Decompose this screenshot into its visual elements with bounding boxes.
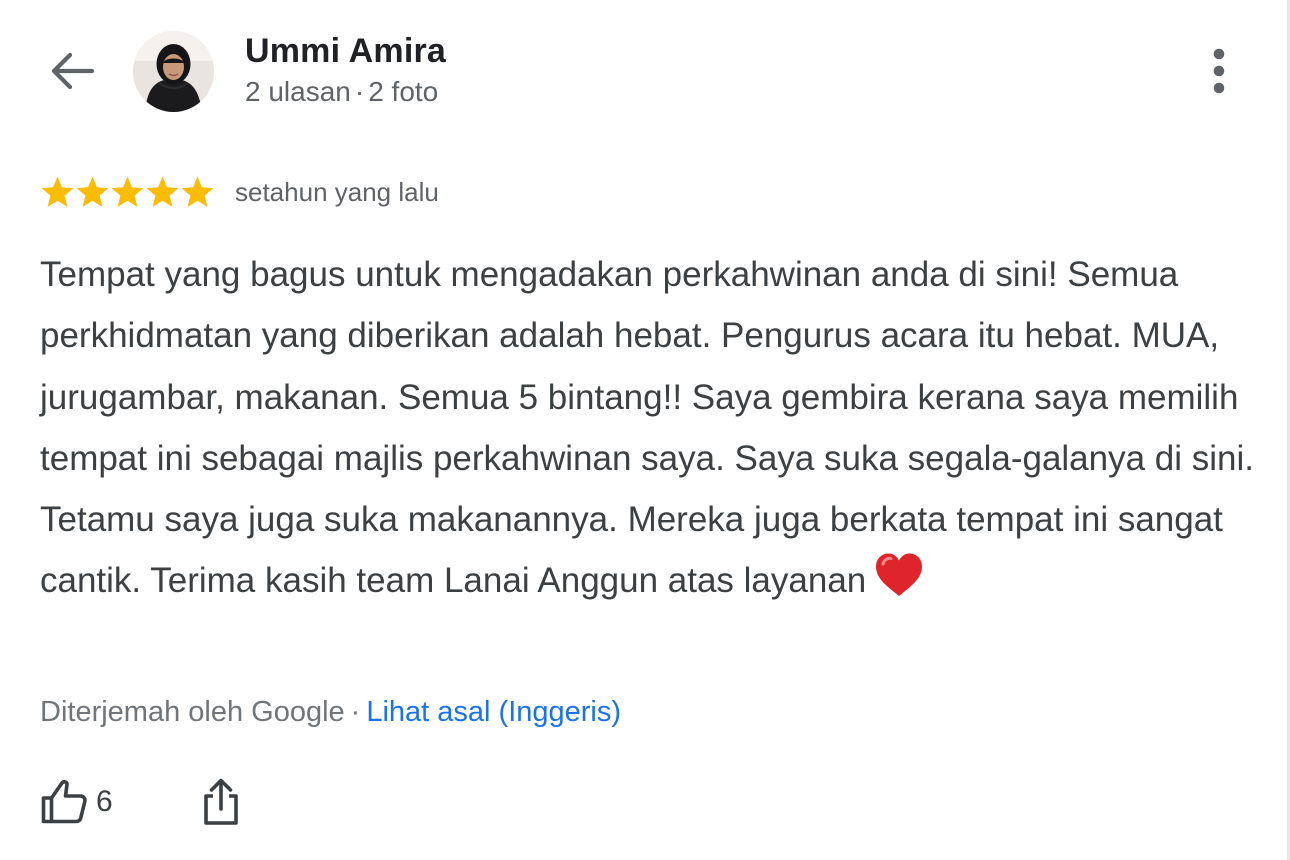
arrow-back-icon [51, 52, 94, 90]
share-button[interactable] [201, 777, 241, 827]
review-count: 2 ulasan [245, 76, 351, 107]
more-vert-icon [1213, 48, 1225, 94]
translation-row: Diterjemah oleh Google · Lihat asal (Ingge… [40, 696, 621, 729]
translated-by-note: Diterjemah oleh Google [40, 696, 345, 728]
back-button[interactable] [40, 42, 102, 100]
star-filled-icon [76, 176, 109, 207]
rating-row: setahun yang lalu [40, 172, 439, 212]
review-time: setahun yang lalu [235, 176, 439, 207]
reviewer-meta: 2 ulasan · 2 foto [245, 76, 438, 108]
review-actions: 6 [40, 770, 241, 834]
reviewer-name[interactable]: Ummi Amira [245, 32, 446, 71]
like-button[interactable]: 6 [40, 779, 113, 825]
thumbs-up-icon [41, 780, 87, 824]
reviewer-photo [133, 31, 214, 112]
translation-separator: · [350, 696, 361, 728]
reviewer-avatar[interactable] [133, 31, 214, 112]
share-icon [203, 778, 238, 825]
reviewer-header: Ummi Amira 2 ulasan · 2 foto [0, 0, 1290, 140]
photo-count: 2 foto [368, 76, 439, 107]
review-text-block: Tempat yang bagus untuk mengadakan perka… [40, 244, 1255, 618]
like-count: 6 [96, 785, 113, 818]
star-filled-icon [41, 176, 74, 207]
view-original-link[interactable]: Lihat asal (Inggeris) [366, 696, 621, 728]
star-rating [40, 175, 215, 210]
star-filled-icon [111, 176, 144, 207]
star-filled-icon [146, 176, 179, 207]
review-text: Tempat yang bagus untuk mengadakan perka… [40, 255, 1255, 601]
more-options-button[interactable] [1196, 44, 1242, 98]
red-heart-icon [874, 552, 924, 617]
star-filled-icon [181, 176, 214, 207]
meta-separator: · [354, 76, 365, 107]
